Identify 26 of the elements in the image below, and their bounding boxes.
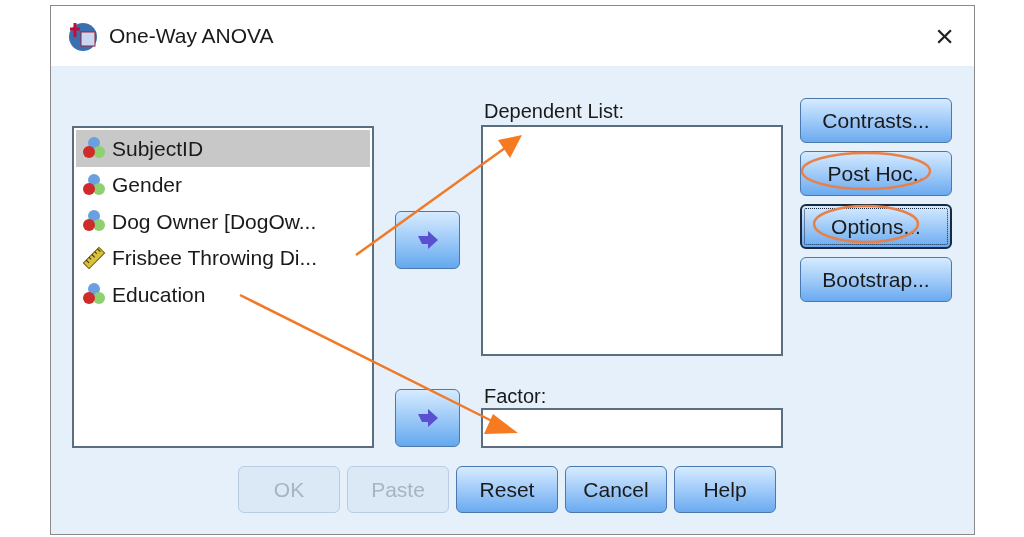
variable-item[interactable]: Frisbee Throwing Di... <box>76 239 370 276</box>
dependent-list-box[interactable] <box>481 125 783 356</box>
move-arrow-button[interactable] <box>395 211 460 269</box>
dialog-button[interactable]: Reset <box>456 466 558 513</box>
variable-item[interactable]: SubjectID <box>76 130 370 167</box>
side-button[interactable]: Bootstrap... <box>800 257 952 302</box>
factor-label: Factor: <box>483 384 548 405</box>
factor-field[interactable] <box>481 408 783 448</box>
nominal-variable-icon <box>82 209 106 234</box>
arrow-right-icon <box>415 408 440 428</box>
variable-item[interactable]: Education <box>76 276 370 313</box>
side-button[interactable]: Post Hoc.. <box>800 151 952 196</box>
nominal-variable-icon <box>82 282 106 307</box>
dialog-button[interactable]: Help <box>674 466 776 513</box>
window-title: One-Way ANOVA <box>109 23 274 50</box>
dependent-list-label: Dependent List: <box>483 99 626 120</box>
nominal-variable-icon <box>82 172 106 197</box>
arrow-right-icon <box>415 230 440 250</box>
side-button[interactable]: Contrasts... <box>800 98 952 143</box>
move-arrow-button[interactable] <box>395 389 460 447</box>
nominal-variable-icon <box>82 136 106 161</box>
close-button[interactable]: × <box>935 20 954 52</box>
variable-item[interactable]: Dog Owner [DogOw... <box>76 203 370 240</box>
dialog-button[interactable]: Cancel <box>565 466 667 513</box>
variable-item[interactable]: Gender <box>76 166 370 203</box>
app-icon <box>67 20 99 52</box>
